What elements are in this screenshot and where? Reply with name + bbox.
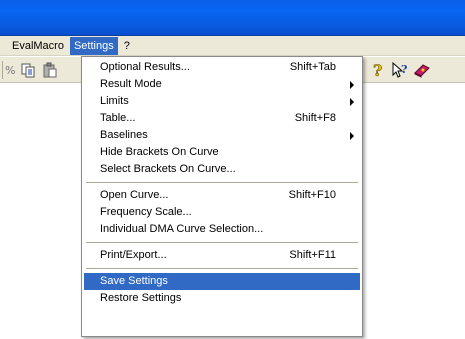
menu-item-shortcut: Shift+F10 <box>288 189 336 201</box>
menu-item-label: Hide Brackets On Curve <box>100 146 219 158</box>
svg-text:%: % <box>5 64 15 77</box>
submenu-arrow-icon <box>350 81 354 89</box>
menu-item-optional-results[interactable]: Optional Results... Shift+Tab <box>84 59 360 76</box>
menu-item-label: Individual DMA Curve Selection... <box>100 223 264 235</box>
menu-bar: EvalMacro Settings ? <box>0 36 465 56</box>
svg-text:?: ? <box>373 61 382 79</box>
menu-item-label: Frequency Scale... <box>100 206 192 218</box>
menu-separator <box>84 264 360 273</box>
paste-icon[interactable] <box>40 60 60 80</box>
menu-item-label: Save Settings <box>100 275 168 287</box>
menu-item-label: Limits <box>100 95 129 107</box>
help-question-icon[interactable]: ? <box>368 60 388 80</box>
menu-item-frequency-scale[interactable]: Frequency Scale... <box>84 204 360 221</box>
menu-item-baselines[interactable]: Baselines <box>84 127 360 144</box>
context-help-icon[interactable]: ? <box>390 60 410 80</box>
menu-item-shortcut: Shift+Tab <box>289 61 336 73</box>
menu-separator <box>84 238 360 247</box>
menu-item-print-export[interactable]: Print/Export... Shift+F11 <box>84 247 360 264</box>
menu-item-shortcut: Shift+F11 <box>289 249 336 261</box>
submenu-arrow-icon <box>350 132 354 140</box>
title-bar <box>0 0 465 36</box>
menu-item-table[interactable]: Table... Shift+F8 <box>84 110 360 127</box>
menu-item-result-mode[interactable]: Result Mode <box>84 76 360 93</box>
menu-item-select-brackets[interactable]: Select Brackets On Curve... <box>84 161 360 178</box>
menu-item-label: Open Curve... <box>100 189 169 201</box>
menu-settings[interactable]: Settings <box>69 36 118 55</box>
svg-text:?: ? <box>401 63 407 76</box>
book-icon[interactable] <box>412 60 432 80</box>
menu-separator <box>84 178 360 187</box>
menu-item-open-curve[interactable]: Open Curve... Shift+F10 <box>84 187 360 204</box>
menu-item-label: Baselines <box>100 129 148 141</box>
percent-icon[interactable]: % <box>4 60 16 80</box>
submenu-arrow-icon <box>350 98 354 106</box>
menu-item-shortcut: Shift+F8 <box>294 112 336 124</box>
menu-item-limits[interactable]: Limits <box>84 93 360 110</box>
menu-item-label: Print/Export... <box>100 249 167 261</box>
menu-item-label: Result Mode <box>100 78 162 90</box>
menu-item-label: Table... <box>100 112 136 124</box>
menu-item-save-settings[interactable]: Save Settings <box>84 273 360 290</box>
menu-evalmacro[interactable]: EvalMacro <box>8 37 68 55</box>
menu-item-label: Select Brackets On Curve... <box>100 163 236 175</box>
menu-item-restore-settings[interactable]: Restore Settings <box>84 290 360 307</box>
toolbar-separator <box>2 61 3 79</box>
menu-help[interactable]: ? <box>120 37 134 55</box>
menu-item-label: Optional Results... <box>100 61 190 73</box>
menu-item-hide-brackets[interactable]: Hide Brackets On Curve <box>84 144 360 161</box>
settings-menu: Optional Results... Shift+Tab Result Mod… <box>81 56 363 337</box>
copy-icon[interactable] <box>18 60 38 80</box>
menu-item-dma-curve-selection[interactable]: Individual DMA Curve Selection... <box>84 221 360 238</box>
menu-item-label: Restore Settings <box>100 292 182 304</box>
